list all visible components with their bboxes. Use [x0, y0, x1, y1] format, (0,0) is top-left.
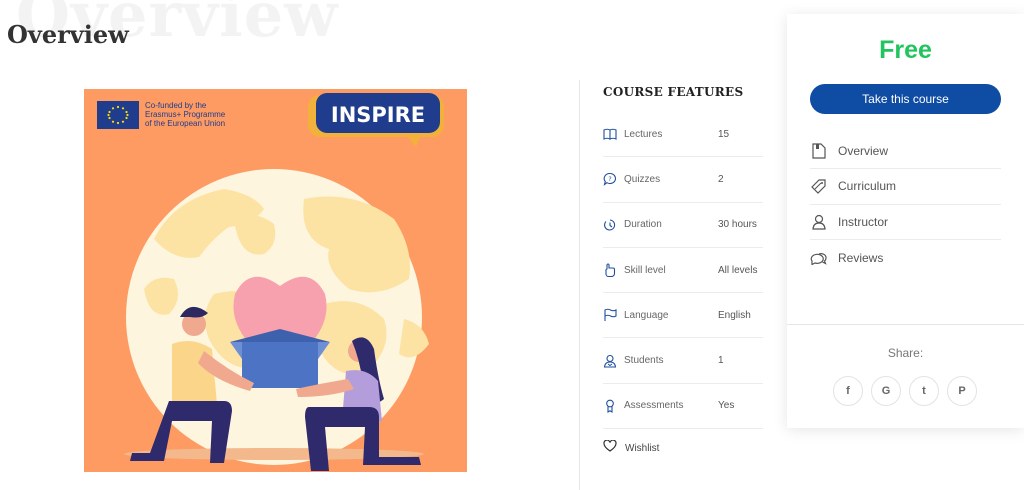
nav-item-reviews[interactable]: Reviews — [810, 240, 1001, 275]
feature-assessments: Assessments Yes — [603, 384, 763, 430]
pinterest-icon: P — [958, 385, 966, 397]
feature-label: Assessments — [624, 400, 684, 412]
eu-line: Erasmus+ Programme — [145, 110, 226, 119]
students-icon — [603, 354, 617, 368]
take-course-button[interactable]: Take this course — [810, 84, 1001, 114]
eu-flag — [97, 101, 139, 129]
nav-label: Curriculum — [838, 179, 897, 194]
woman-pants — [305, 407, 421, 471]
book-icon — [603, 127, 617, 141]
feature-label: Duration — [624, 219, 662, 231]
feature-value: English — [718, 309, 751, 321]
course-image: INSPIRE Co-funded by the Erasmus+ Progra… — [84, 89, 467, 472]
eu-line: Co-funded by the — [145, 101, 207, 110]
nav-label: Instructor — [838, 214, 889, 229]
feature-value: All levels — [718, 264, 758, 276]
nav-label: Overview — [838, 144, 889, 159]
feature-list: Lectures 15 ? Quizzes 2 Duration 30 hour… — [603, 112, 763, 430]
nav-item-instructor[interactable]: Instructor — [810, 205, 1001, 240]
feature-label: Quizzes — [624, 173, 661, 185]
share-pinterest-button[interactable]: P — [947, 376, 977, 406]
eu-funding-text: Co-funded by the Erasmus+ Programme of t… — [145, 101, 225, 128]
features-title: COURSE FEATURES — [603, 85, 744, 99]
nav-item-overview[interactable]: Overview — [810, 134, 1001, 170]
feature-lectures: Lectures 15 — [603, 112, 763, 158]
chat-icon — [810, 249, 828, 267]
share-twitter-button[interactable]: t — [909, 376, 939, 406]
feature-quizzes: ? Quizzes 2 — [603, 157, 763, 203]
course-nav: Overview Curriculum Instructor Reviews — [810, 134, 1001, 275]
svg-text:?: ? — [608, 176, 611, 184]
wishlist-label: Wishlist — [625, 442, 660, 454]
feature-duration: Duration 30 hours — [603, 203, 763, 248]
tag-icon — [810, 177, 828, 195]
feature-label: Lectures — [624, 128, 663, 140]
card-divider — [787, 324, 1024, 325]
feature-label: Language — [624, 309, 669, 321]
course-price: Free — [879, 36, 932, 64]
box — [242, 342, 318, 388]
flag-icon — [603, 308, 617, 322]
quiz-icon: ? — [603, 172, 617, 187]
course-features: COURSE FEATURES Lectures 15 ? Quizzes 2 … — [603, 85, 763, 457]
logo-text: INSPIRE — [331, 103, 425, 127]
badge-icon — [603, 399, 617, 413]
clock-icon — [603, 218, 617, 232]
page-title: Overview — [7, 20, 129, 49]
feature-value: 2 — [718, 173, 724, 185]
twitter-icon: t — [922, 385, 926, 397]
share-google-button[interactable]: G — [871, 376, 901, 406]
share-label: Share: — [887, 346, 924, 360]
feature-value: Yes — [718, 400, 735, 412]
feature-label: Students — [624, 355, 664, 367]
nav-label: Reviews — [838, 250, 884, 265]
course-illustration: INSPIRE — [97, 93, 444, 471]
facebook-icon: f — [846, 385, 850, 397]
feature-skill-level: Skill level All levels — [603, 248, 763, 294]
eu-line: of the European Union — [145, 119, 226, 128]
feature-students: Students 1 — [603, 338, 763, 384]
feature-language: Language English — [603, 293, 763, 339]
nav-item-curriculum[interactable]: Curriculum — [810, 169, 1001, 205]
feature-value: 30 hours — [718, 219, 757, 231]
wishlist-button[interactable]: Wishlist — [603, 439, 763, 457]
feature-value: 15 — [718, 128, 730, 140]
google-icon: G — [881, 385, 891, 397]
instructor-icon — [810, 213, 828, 231]
course-sidebar-card: Free Take this course Overview Curriculu… — [787, 14, 1024, 428]
document-icon — [810, 142, 828, 160]
share-buttons: f G t P — [833, 376, 977, 406]
column-divider — [579, 80, 580, 490]
feature-value: 1 — [718, 355, 724, 367]
hand-icon — [603, 263, 617, 278]
share-facebook-button[interactable]: f — [833, 376, 863, 406]
heart-icon — [603, 439, 617, 457]
feature-label: Skill level — [624, 264, 666, 276]
